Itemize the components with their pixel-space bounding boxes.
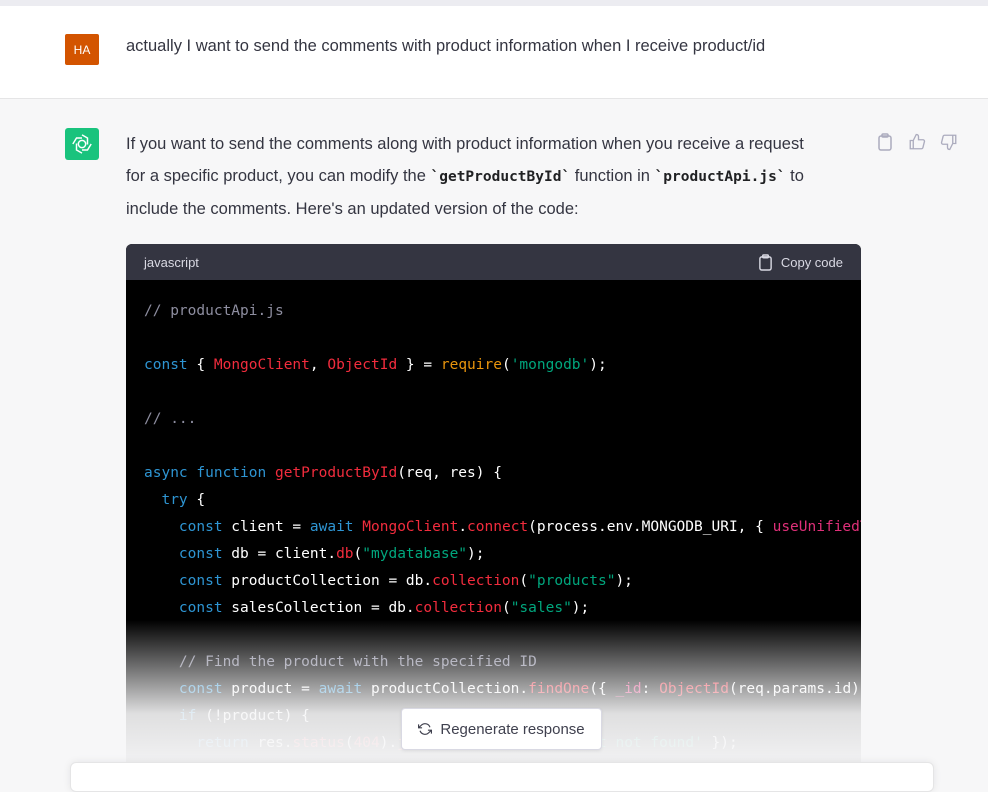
user-message-text: actually I want to send the comments wit… (126, 37, 766, 55)
copy-code-button[interactable]: Copy code (758, 253, 843, 271)
code-language-label: javascript (144, 254, 199, 270)
message-actions (874, 132, 960, 152)
inline-code-file: `productApi.js` (654, 169, 786, 185)
openai-logo-icon (72, 134, 92, 154)
refresh-icon (418, 723, 433, 735)
bottom-fade (0, 620, 988, 776)
clipboard-icon[interactable] (874, 132, 896, 152)
regenerate-label: Regenerate response (440, 720, 585, 738)
thumbs-down-icon[interactable] (938, 132, 960, 152)
user-avatar: HA (65, 34, 99, 65)
code-header: javascript Copy code (126, 244, 861, 280)
regenerate-response-button[interactable]: Regenerate response (401, 708, 602, 750)
assistant-avatar (65, 128, 99, 160)
user-message-row: HA actually I want to send the comments … (0, 6, 988, 99)
copy-code-label: Copy code (780, 254, 843, 270)
inline-code-function: `getProductById` (430, 169, 571, 185)
assistant-answer-text: If you want to send the comments along w… (126, 135, 804, 218)
thumbs-up-icon[interactable] (906, 132, 928, 152)
clipboard-icon (759, 253, 772, 271)
chat-input[interactable] (70, 762, 934, 792)
